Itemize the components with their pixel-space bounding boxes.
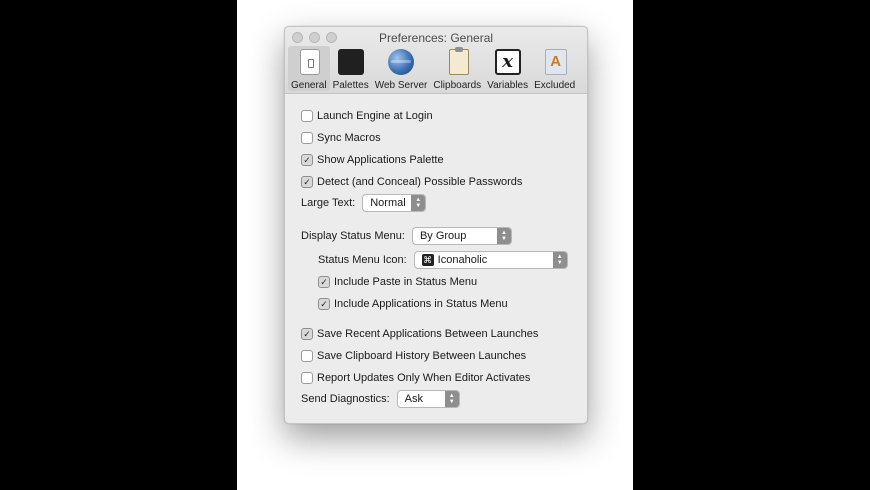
report-updates-checkbox[interactable] [301, 372, 313, 384]
popup-arrows-icon: ▲ ▼ [496, 228, 511, 244]
general-icon [300, 49, 321, 75]
large-text-row: Large Text: Normal ▲ ▼ [301, 194, 427, 212]
send-diagnostics-label: Send Diagnostics: [301, 393, 390, 405]
clipboard-icon [448, 47, 469, 75]
toolbar-tabs: General Palettes Web Server Clipboards x… [288, 46, 578, 91]
option-label: Detect (and Conceal) Possible Passwords [317, 176, 523, 188]
option-label: Include Paste in Status Menu [334, 276, 478, 288]
save-recent-apps-option[interactable]: ✓ Save Recent Applications Between Launc… [301, 325, 538, 343]
variable-x-icon: x [494, 49, 521, 75]
large-text-popup[interactable]: Normal ▲ ▼ [362, 194, 427, 212]
display-status-menu-popup[interactable]: By Group ▲ ▼ [411, 227, 512, 245]
excluded-app-icon: A [544, 49, 567, 75]
tab-label: Palettes [332, 80, 369, 91]
option-label: Report Updates Only When Editor Activate… [317, 372, 531, 384]
include-paste-checkbox[interactable]: ✓ [318, 276, 330, 288]
detect-passwords-option[interactable]: ✓ Detect (and Conceal) Possible Password… [301, 173, 522, 191]
command-key-icon: ⌘ [421, 254, 434, 266]
preferences-window: Preferences: General General Palettes We… [284, 26, 588, 424]
display-status-menu-label: Display Status Menu: [301, 230, 405, 242]
tab-excluded[interactable]: A Excluded [531, 46, 578, 91]
include-apps-checkbox[interactable]: ✓ [318, 298, 330, 310]
tab-label: Variables [487, 80, 529, 91]
sync-macros-checkbox[interactable] [301, 132, 313, 144]
launch-engine-checkbox[interactable] [301, 110, 313, 122]
popup-arrows-icon: ▲ ▼ [444, 391, 459, 407]
tab-variables[interactable]: x Variables [484, 46, 531, 91]
include-apps-option[interactable]: ✓ Include Applications in Status Menu [318, 295, 508, 313]
report-updates-option[interactable]: Report Updates Only When Editor Activate… [301, 369, 530, 387]
send-diagnostics-popup[interactable]: Ask ▲ ▼ [396, 390, 460, 408]
save-clipboard-option[interactable]: Save Clipboard History Between Launches [301, 347, 526, 365]
popup-value: Iconaholic [437, 254, 488, 266]
window-title: Preferences: General [378, 31, 494, 45]
tab-label: Web Server [374, 80, 428, 91]
popup-arrows-icon: ▲ ▼ [552, 252, 567, 268]
tab-clipboards[interactable]: Clipboards [430, 46, 484, 91]
option-label: Show Applications Palette [317, 154, 444, 166]
tab-label: Clipboards [433, 80, 482, 91]
status-menu-icon-row: Status Menu Icon: ⌘ Iconaholic ▲ ▼ [318, 251, 568, 269]
tab-label: General [291, 80, 327, 91]
launch-engine-option[interactable]: Launch Engine at Login [301, 107, 433, 125]
include-paste-option[interactable]: ✓ Include Paste in Status Menu [318, 273, 477, 291]
popup-value: By Group [419, 230, 467, 242]
option-label: Sync Macros [317, 132, 381, 144]
option-label: Launch Engine at Login [317, 110, 433, 122]
save-recent-apps-checkbox[interactable]: ✓ [301, 328, 313, 340]
popup-value: Normal [370, 197, 406, 209]
popup-value: Ask [404, 393, 424, 405]
tab-label: Excluded [534, 80, 576, 91]
tab-general[interactable]: General [288, 46, 330, 91]
tab-palettes[interactable]: Palettes [330, 46, 372, 91]
popup-arrows-icon: ▲ ▼ [411, 195, 426, 211]
save-clipboard-checkbox[interactable] [301, 350, 313, 362]
large-text-label: Large Text: [301, 197, 356, 209]
option-label: Save Clipboard History Between Launches [317, 350, 527, 362]
show-palette-option[interactable]: ✓ Show Applications Palette [301, 151, 444, 169]
status-menu-icon-popup[interactable]: ⌘ Iconaholic ▲ ▼ [413, 251, 568, 269]
option-label: Include Applications in Status Menu [334, 298, 508, 310]
title-bar: Preferences: General General Palettes We… [285, 27, 587, 94]
detect-passwords-checkbox[interactable]: ✓ [301, 176, 313, 188]
status-menu-icon-label: Status Menu Icon: [318, 254, 407, 266]
palettes-icon [337, 49, 364, 75]
option-label: Save Recent Applications Between Launche… [317, 328, 539, 340]
globe-icon [388, 49, 415, 75]
sync-macros-option[interactable]: Sync Macros [301, 129, 381, 147]
send-diagnostics-row: Send Diagnostics: Ask ▲ ▼ [301, 390, 460, 408]
show-palette-checkbox[interactable]: ✓ [301, 154, 313, 166]
tab-web-server[interactable]: Web Server [372, 46, 431, 91]
display-status-menu-row: Display Status Menu: By Group ▲ ▼ [301, 227, 512, 245]
